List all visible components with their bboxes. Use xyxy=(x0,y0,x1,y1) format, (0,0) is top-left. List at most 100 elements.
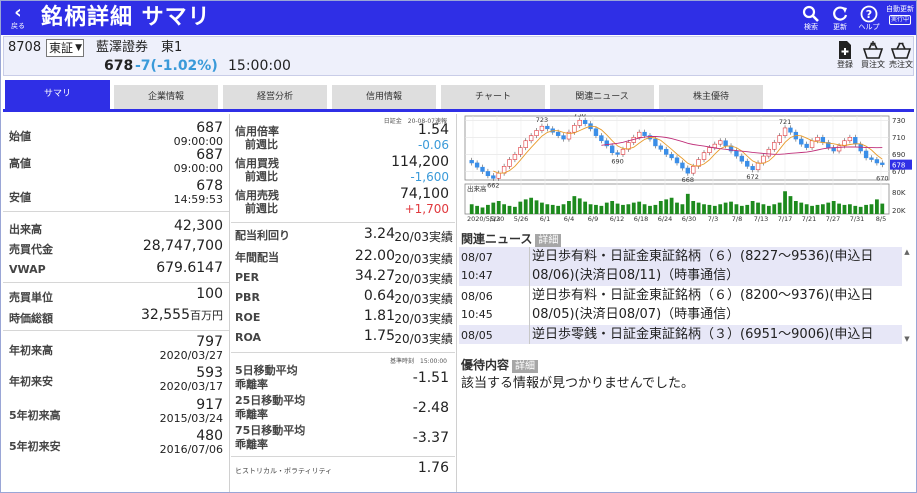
search-icon xyxy=(802,5,819,22)
page-title: 銘柄詳細 サマリ xyxy=(41,5,211,30)
news-headline-line: 逆日歩有料・日証金東証銘柄（６）(8200〜9376)(申込日 xyxy=(532,288,874,303)
help-label: ヘルプ xyxy=(858,23,880,31)
volume-bar xyxy=(783,191,787,214)
market-select[interactable]: 東証 ▼ xyxy=(46,39,84,57)
margin-ratio-label: 信用倍率 xyxy=(235,125,279,138)
candle xyxy=(599,135,604,142)
price-chart[interactable]: 7307106906702020/5/135/20 5/26 6/1 6/4 6/9 6/… xyxy=(463,114,913,226)
svg-text:?: ? xyxy=(866,8,872,21)
news-headline: 逆日歩零銭・日証金東証銘柄（３）(6951〜9006)(申込日 xyxy=(529,325,901,344)
scroll-down-icon[interactable]: ▼ xyxy=(902,335,912,343)
refresh-button[interactable]: 更新 xyxy=(827,5,853,33)
annual-dividend-row: 年間配当 22.00 20/03実績 xyxy=(231,248,455,268)
volume-label: 出来高 xyxy=(9,223,42,236)
volume-bar xyxy=(637,201,642,214)
news-headline: 逆日歩有料・日証金東証銘柄（６）(8200〜9376)(申込日 08/05)(決済… xyxy=(529,286,901,325)
margin-ratio-diff: -0.06 xyxy=(417,138,449,152)
candle xyxy=(772,142,777,150)
market-cap-unit: 百万円 xyxy=(190,309,223,322)
auto-refresh-toggle[interactable]: 自動更新 実行中 xyxy=(885,5,915,25)
news-list: 08/07 10:47 逆日歩有料・日証金東証銘柄（６）(8227〜9536)(… xyxy=(459,247,913,344)
candle xyxy=(745,160,750,167)
tab-chart[interactable]: チャート xyxy=(441,85,545,109)
volume-bar xyxy=(507,205,512,214)
stock-name: 藍澤證券 東1 xyxy=(96,39,182,57)
buy-order-button[interactable]: 買注文 xyxy=(858,40,888,70)
volume-bar xyxy=(658,201,663,214)
volume-bar xyxy=(734,204,739,214)
candle xyxy=(847,137,853,142)
volume-bar xyxy=(572,196,577,214)
news-item[interactable]: 08/07 10:47 逆日歩有料・日証金東証銘柄（６）(8227〜9536)(… xyxy=(459,247,902,286)
related-news-heading: 関連ニュース 詳細 xyxy=(461,230,562,247)
volume-bar xyxy=(810,205,814,214)
news-scrollbar[interactable]: ▲ ▼ xyxy=(902,248,912,343)
roe-value: 1.81 xyxy=(363,308,395,324)
ytd-high-row: 年初来高 797 2020/03/27 xyxy=(3,334,229,362)
tab-summary[interactable]: サマリ xyxy=(5,80,110,109)
candle xyxy=(809,140,815,148)
tab-related-news[interactable]: 関連ニュース xyxy=(550,85,654,109)
divider xyxy=(231,222,455,223)
register-button[interactable]: 登録 xyxy=(830,40,860,70)
market-cap-label: 時価総額 xyxy=(9,312,53,325)
five-year-high-row: 5年初来高 917 2015/03/24 xyxy=(3,397,229,425)
volume-bar xyxy=(707,204,712,214)
tab-margin-info[interactable]: 信用情報 xyxy=(332,85,436,109)
volume-bar xyxy=(475,205,479,214)
margin-buy-row: 信用買残 前週比 114,200 -1,600 xyxy=(231,154,455,186)
volume-value: 42,300 xyxy=(174,218,223,234)
tab-company-info[interactable]: 企業情報 xyxy=(114,85,218,109)
back-button[interactable]: ‹ 戻る xyxy=(7,4,29,32)
x-axis-tick: 7/13 xyxy=(754,215,769,223)
help-button[interactable]: ? ヘルプ xyxy=(856,5,882,33)
volume-bar xyxy=(691,201,696,214)
ma25-deviation-row: 25日移動平均 乖離率 -2.48 xyxy=(231,394,455,424)
volume-axis-tick: 80K xyxy=(892,189,906,197)
volume-bar xyxy=(664,199,669,214)
news-item[interactable]: 08/05 逆日歩零銭・日証金東証銘柄（３）(6951〜9006)(申込日 xyxy=(459,325,902,344)
sell-order-button[interactable]: 売注文 xyxy=(886,40,916,70)
volume-bar xyxy=(745,204,750,214)
pbr-basis: 20/03実績 xyxy=(394,292,453,306)
scroll-up-icon[interactable]: ▲ xyxy=(902,248,912,256)
volume-bar xyxy=(545,204,550,214)
candle xyxy=(496,172,501,179)
ytd-low-value: 593 xyxy=(196,365,223,381)
refresh-label: 更新 xyxy=(833,23,847,31)
candle xyxy=(799,138,804,145)
volume-bar xyxy=(513,206,517,214)
related-news-title: 関連ニュース xyxy=(461,232,533,246)
candle xyxy=(701,152,707,160)
chevron-down-icon: ▼ xyxy=(75,43,82,53)
column-divider xyxy=(456,114,457,492)
volume-bar xyxy=(567,201,571,214)
news-date: 08/07 xyxy=(461,251,493,264)
candle xyxy=(874,159,880,164)
price-extreme-label: 730 xyxy=(574,114,586,118)
margin-buy-value: 114,200 xyxy=(391,154,449,170)
current-price-label: 678 xyxy=(892,162,905,170)
tab-shareholder-benefits[interactable]: 株主優待 xyxy=(659,85,763,109)
benefits-content: 該当する情報が見つかりませんでした。 xyxy=(461,376,694,391)
news-item[interactable]: 08/06 10:45 逆日歩有料・日証金東証銘柄（６）(8200〜9376)(… xyxy=(459,286,902,325)
stock-name-text: 藍澤證券 xyxy=(96,40,149,55)
roe-basis: 20/03実績 xyxy=(394,312,453,326)
pbr-value: 0.64 xyxy=(363,288,395,304)
volume-bar xyxy=(626,204,631,214)
price-time: 15:00:00 xyxy=(228,58,291,74)
divider xyxy=(3,282,229,283)
historical-volatility-label: ヒストリカル・ボラティリティ xyxy=(235,467,333,475)
margin-buy-diff: -1,600 xyxy=(410,170,449,184)
search-button[interactable]: 検索 xyxy=(798,5,824,33)
candle xyxy=(766,148,772,157)
volume-bar xyxy=(826,202,831,214)
candle xyxy=(691,166,696,174)
candle xyxy=(820,137,826,143)
news-time: 10:47 xyxy=(461,269,493,282)
candle xyxy=(707,147,712,153)
candle xyxy=(804,143,809,148)
volume-bar xyxy=(502,204,507,214)
news-detail-button[interactable]: 詳細 xyxy=(535,234,562,247)
tab-business-analysis[interactable]: 経営分析 xyxy=(223,85,327,109)
